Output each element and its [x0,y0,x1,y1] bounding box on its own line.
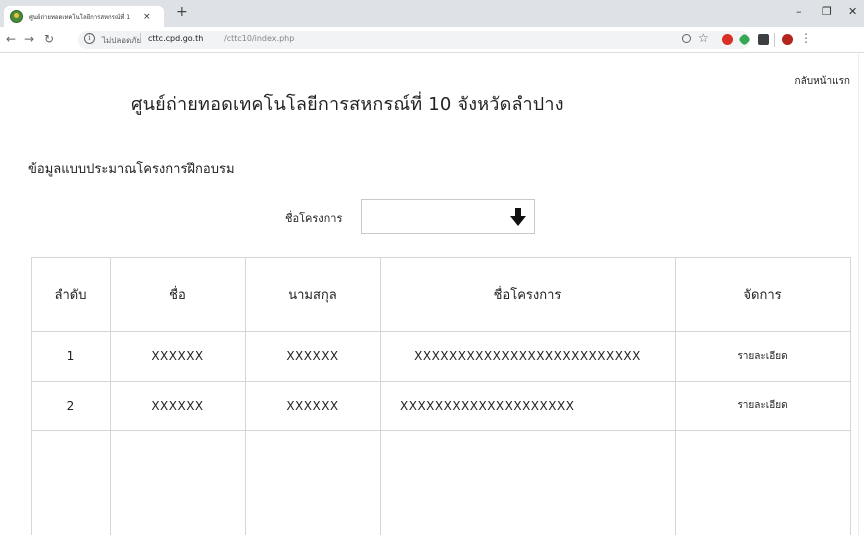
url-divider: | [139,33,143,43]
page-title: ศูนย์ถ่ายทอดเทคโนโลยีการสหกรณ์ที่ 10 จัง… [131,94,564,115]
header-last-name: นามสกุล [288,287,337,303]
project-table: ลำดับ ชื่อ นามสกุล ชื่อโครงการ จัดการ 1 … [31,257,851,535]
address-bar[interactable]: i ไม่ปลอดภัย | cttc.cpd.go.th /cttc10/in… [78,31,750,49]
section-title: ข้อมูลแบบประมาณโครงการฝึกอบรม [28,162,235,177]
close-window-button[interactable]: ✕ [848,5,857,18]
profile-icon[interactable] [782,34,793,45]
project-select[interactable] [361,199,535,234]
table-row-project: XXXXXXXXXXXXXXXXXXXXXXXXXX [414,349,641,363]
arrow-down-icon [510,208,526,226]
table-row-project: XXXXXXXXXXXXXXXXXXXX [400,398,575,413]
detail-link[interactable]: รายละเอียด [675,331,850,381]
restore-button[interactable]: ❐ [822,5,832,18]
toolbar-divider [774,33,775,47]
table-row-no: 2 [66,398,75,413]
detail-link[interactable]: รายละเอียด [675,381,850,430]
reload-icon[interactable]: ↻ [44,32,54,46]
back-home-link[interactable]: กลับหน้าแรก [795,74,850,89]
menu-icon[interactable]: ⋮ [800,31,812,45]
table-row-last-name: XXXXXX [286,349,339,363]
extension-icon[interactable] [722,34,733,45]
project-filter-label: ชื่อโครงการ [285,212,343,225]
url-path: /cttc10/index.php [224,34,295,43]
zoom-icon[interactable] [682,34,691,43]
header-first-name: ชื่อ [169,287,186,303]
star-icon[interactable]: ☆ [698,31,709,45]
info-icon[interactable]: i [84,33,95,44]
page-content: กลับหน้าแรก ศูนย์ถ่ายทอดเทคโนโลยีการสหกร… [0,54,864,535]
browser-toolbar: ← → ↻ i ไม่ปลอดภัย | cttc.cpd.go.th /ctt… [0,27,864,53]
back-arrow-icon[interactable]: ← [6,32,16,46]
header-no: ลำดับ [54,287,87,303]
table-row-no: 1 [66,349,75,363]
forward-arrow-icon[interactable]: → [24,32,34,46]
url-host: cttc.cpd.go.th [148,34,204,43]
header-manage: จัดการ [743,287,782,303]
scrollbar[interactable] [858,54,864,535]
security-status: ไม่ปลอดภัย [102,36,142,45]
tab-close-icon[interactable]: × [143,12,151,22]
table-row-first-name: XXXXXX [151,398,204,413]
header-project-name: ชื่อโครงการ [493,287,562,303]
table-row-last-name: XXXXXX [286,398,339,413]
browser-tab[interactable]: ศูนย์ถ่ายทอดเทคโนโลยีการสหกรณ์ที่ 1 × [4,6,164,27]
browser-tab-strip: ศูนย์ถ่ายทอดเทคโนโลยีการสหกรณ์ที่ 1 × + … [0,0,864,27]
minimize-button[interactable]: – [796,5,802,18]
tab-title: ศูนย์ถ่ายทอดเทคโนโลยีการสหกรณ์ที่ 1 [29,13,131,21]
extension-icon[interactable] [758,34,769,45]
table-row-first-name: XXXXXX [151,349,204,363]
new-tab-button[interactable]: + [176,4,188,20]
favicon [10,10,23,23]
